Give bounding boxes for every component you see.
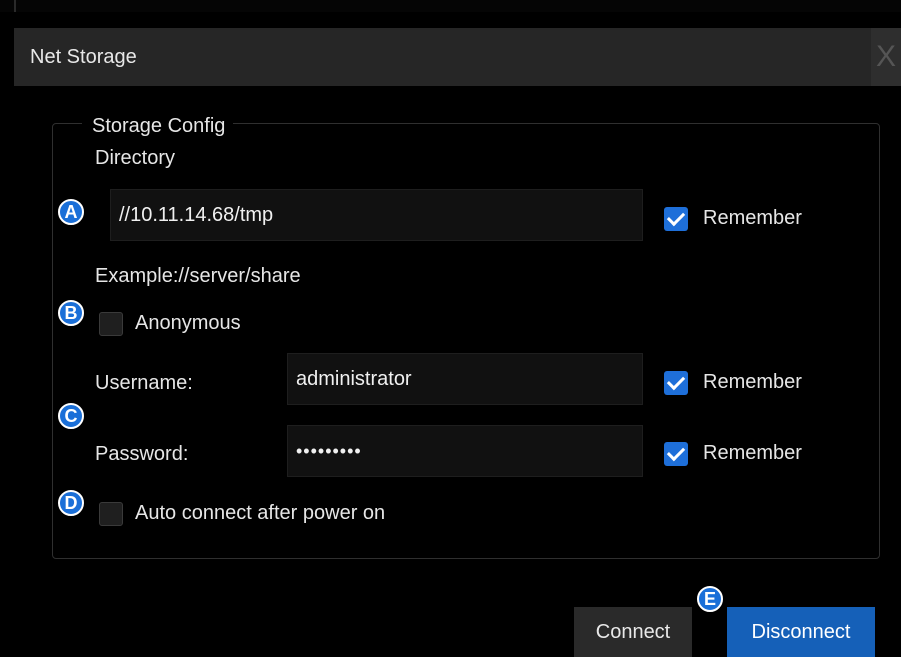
dialog-title: Net Storage bbox=[30, 46, 137, 68]
annotation-badge-a: A bbox=[58, 199, 84, 225]
dialog-titlebar: Net Storage X bbox=[14, 28, 901, 86]
password-input[interactable]: ••••••••• bbox=[287, 425, 643, 477]
anonymous-checkbox[interactable] bbox=[99, 312, 123, 336]
username-input-value: administrator bbox=[296, 367, 412, 390]
directory-input-value: //10.11.14.68/tmp bbox=[119, 203, 274, 226]
username-label: Username: bbox=[95, 372, 193, 394]
annotation-badge-c: C bbox=[58, 403, 84, 429]
directory-remember-checkbox[interactable] bbox=[664, 207, 688, 231]
annotation-badge-b: B bbox=[58, 300, 84, 326]
directory-label: Directory bbox=[95, 147, 176, 169]
username-input[interactable]: administrator bbox=[287, 353, 643, 405]
top-strip-divider bbox=[14, 0, 16, 12]
net-storage-dialog: Net Storage X Storage Config Directory /… bbox=[14, 12, 901, 657]
disconnect-button[interactable]: Disconnect bbox=[727, 607, 875, 657]
directory-remember-label: Remember bbox=[703, 207, 802, 229]
auto-connect-label: Auto connect after power on bbox=[135, 502, 386, 524]
password-remember-checkbox[interactable] bbox=[664, 442, 688, 466]
password-remember-label: Remember bbox=[703, 442, 802, 464]
close-icon[interactable]: X bbox=[871, 28, 901, 86]
anonymous-label: Anonymous bbox=[135, 312, 241, 334]
username-remember-label: Remember bbox=[703, 371, 802, 393]
top-strip bbox=[0, 0, 901, 12]
annotation-badge-e: E bbox=[697, 586, 723, 612]
connect-button[interactable]: Connect bbox=[574, 607, 692, 657]
example-hint: Example://server/share bbox=[95, 265, 301, 287]
annotation-badge-d: D bbox=[58, 490, 84, 516]
password-input-value: ••••••••• bbox=[296, 440, 362, 461]
password-label: Password: bbox=[95, 443, 189, 465]
directory-input[interactable]: //10.11.14.68/tmp bbox=[110, 189, 643, 241]
auto-connect-checkbox[interactable] bbox=[99, 502, 123, 526]
storage-config-legend: Storage Config bbox=[82, 115, 234, 138]
username-remember-checkbox[interactable] bbox=[664, 371, 688, 395]
